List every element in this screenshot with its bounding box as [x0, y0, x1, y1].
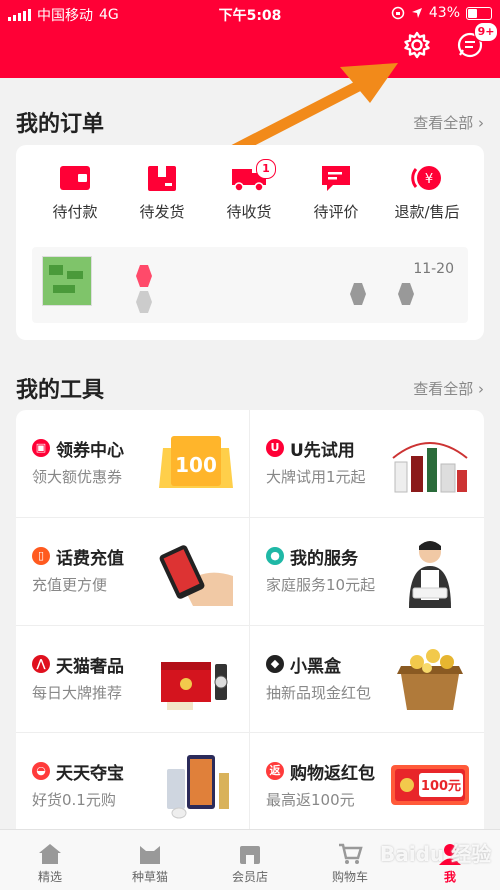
to-receive-badge: 1: [256, 159, 276, 179]
cat-icon: [140, 846, 160, 864]
treasure-icon: ◒: [32, 762, 50, 780]
tool-title: 话费充值: [56, 549, 124, 569]
tool-shopping-cashback[interactable]: 返 购物返红包 最高返100元 100元: [250, 733, 483, 840]
tool-subtitle: 抽新品现金红包: [266, 684, 372, 702]
blurred-icon: [398, 283, 414, 305]
blurred-icon: [136, 291, 152, 313]
order-label: 待评价: [313, 203, 359, 221]
latest-order-logistics[interactable]: 11-20: [32, 247, 468, 323]
tool-subtitle: 每日大牌推荐: [32, 684, 123, 702]
product-thumbnail: [42, 256, 92, 306]
service-icon: ●: [266, 547, 284, 565]
tab-label: 会员店: [231, 870, 268, 884]
order-label: 待收货: [226, 203, 272, 221]
message-badge: 9+: [474, 22, 498, 42]
order-to-review[interactable]: 待评价: [293, 163, 379, 222]
box-icon: [148, 166, 176, 191]
u-trial-icon: U: [266, 439, 284, 457]
blurred-icon: [350, 283, 366, 305]
order-label: 待发货: [139, 203, 185, 221]
tab-label: 种草猫: [131, 870, 168, 884]
gadgets-image: [167, 755, 229, 819]
coupon-image: 100: [159, 436, 233, 488]
orders-see-all-link[interactable]: 查看全部 ›: [413, 112, 484, 133]
cashback-value: 100元: [421, 779, 461, 794]
tool-subtitle: 领大额优惠券: [32, 468, 123, 486]
tool-title: 天天夺宝: [56, 764, 124, 784]
tool-subtitle: 大牌试用1元起: [266, 468, 366, 486]
tool-tmall-luxury[interactable]: ⋀ 天猫奢品 每日大牌推荐: [16, 626, 249, 733]
tab-label: 购物车: [331, 870, 368, 884]
red-envelope-image: 100元: [391, 765, 469, 805]
location-icon: [411, 8, 422, 18]
blackbox-icon: ◆: [266, 655, 284, 673]
svg-text:¥: ¥: [425, 172, 433, 187]
luxury-goods-image: [161, 662, 228, 710]
order-label: 待付款: [52, 203, 98, 221]
tool-title: 我的服务: [290, 549, 358, 569]
blurred-icon: [136, 265, 152, 287]
rotation-lock-icon: [391, 6, 405, 20]
tab-grass-cat[interactable]: 种草猫: [100, 830, 200, 890]
phone-hand-image: [159, 545, 233, 606]
tool-subtitle: 家庭服务10元起: [266, 576, 376, 594]
cart-icon: [339, 843, 363, 864]
tools-title: 我的工具: [16, 378, 105, 403]
status-bar: 中国移动 4G 下午5:08 43%: [0, 0, 500, 28]
tool-subtitle: 充值更方便: [32, 576, 108, 594]
store-icon: [240, 846, 260, 864]
tool-title: 购物返红包: [290, 764, 375, 784]
tool-u-trial[interactable]: U U先试用 大牌试用1元起: [250, 410, 483, 517]
order-label: 退款/售后: [394, 203, 460, 221]
wallet-icon: [60, 166, 90, 190]
tab-featured[interactable]: 精选: [0, 830, 100, 890]
tool-phone-recharge[interactable]: ▯ 话费充值 充值更方便: [16, 518, 249, 625]
redpacket-icon: 返: [266, 762, 284, 780]
home-icon: [39, 844, 61, 864]
luxury-icon: ⋀: [32, 655, 50, 673]
refund-icon: ¥: [411, 166, 441, 190]
coupon-icon: ▣: [32, 439, 50, 457]
tool-subtitle: 好货0.1元购: [32, 791, 116, 809]
tool-black-box[interactable]: ◆ 小黑盒 抽新品现金红包: [250, 626, 483, 733]
orders-title: 我的订单: [16, 112, 105, 137]
tools-see-all-link[interactable]: 查看全部 ›: [413, 378, 484, 399]
logistics-date: 11-20: [413, 261, 454, 277]
tool-subtitle: 最高返100元: [266, 791, 355, 809]
settings-gear-icon[interactable]: [402, 30, 432, 60]
tool-title: 小黑盒: [290, 657, 341, 677]
tool-title: 天猫奢品: [56, 657, 124, 677]
tab-label: 精选: [37, 870, 62, 884]
coupon-value: 100: [175, 453, 217, 477]
battery-percent: 43%: [428, 5, 460, 21]
treasure-box-image: [397, 649, 463, 710]
order-to-receive[interactable]: 1 待收货: [206, 159, 292, 222]
housekeeper-image: [409, 541, 451, 608]
order-pending-payment[interactable]: 待付款: [32, 163, 118, 222]
tab-label: 我: [443, 870, 456, 884]
tool-title: U先试用: [290, 441, 355, 461]
battery-icon: [466, 6, 492, 20]
comment-icon: [322, 166, 350, 191]
tool-my-service[interactable]: ● 我的服务 家庭服务10元起: [250, 518, 483, 625]
tool-daily-treasure[interactable]: ◒ 天天夺宝 好货0.1元购: [16, 733, 249, 840]
orders-card: 待付款 待发货 1 待收货 待评价 ¥ 退款/售后 11-20: [16, 145, 484, 340]
baidu-watermark: Baidu 经验: [380, 842, 492, 866]
order-refund[interactable]: ¥ 退款/售后: [384, 163, 470, 222]
tools-card: ▣ 领券中心 领大额优惠券 100 U U先试用 大牌试用1元起 ▯ 话费充值 …: [16, 410, 484, 840]
phone-recharge-icon: ▯: [32, 547, 50, 565]
order-to-ship[interactable]: 待发货: [119, 163, 205, 222]
tool-coupon-center[interactable]: ▣ 领券中心 领大额优惠券 100: [16, 410, 249, 517]
tab-member-store[interactable]: 会员店: [200, 830, 300, 890]
cosmetics-image: [392, 442, 468, 493]
tool-title: 领券中心: [56, 441, 124, 461]
